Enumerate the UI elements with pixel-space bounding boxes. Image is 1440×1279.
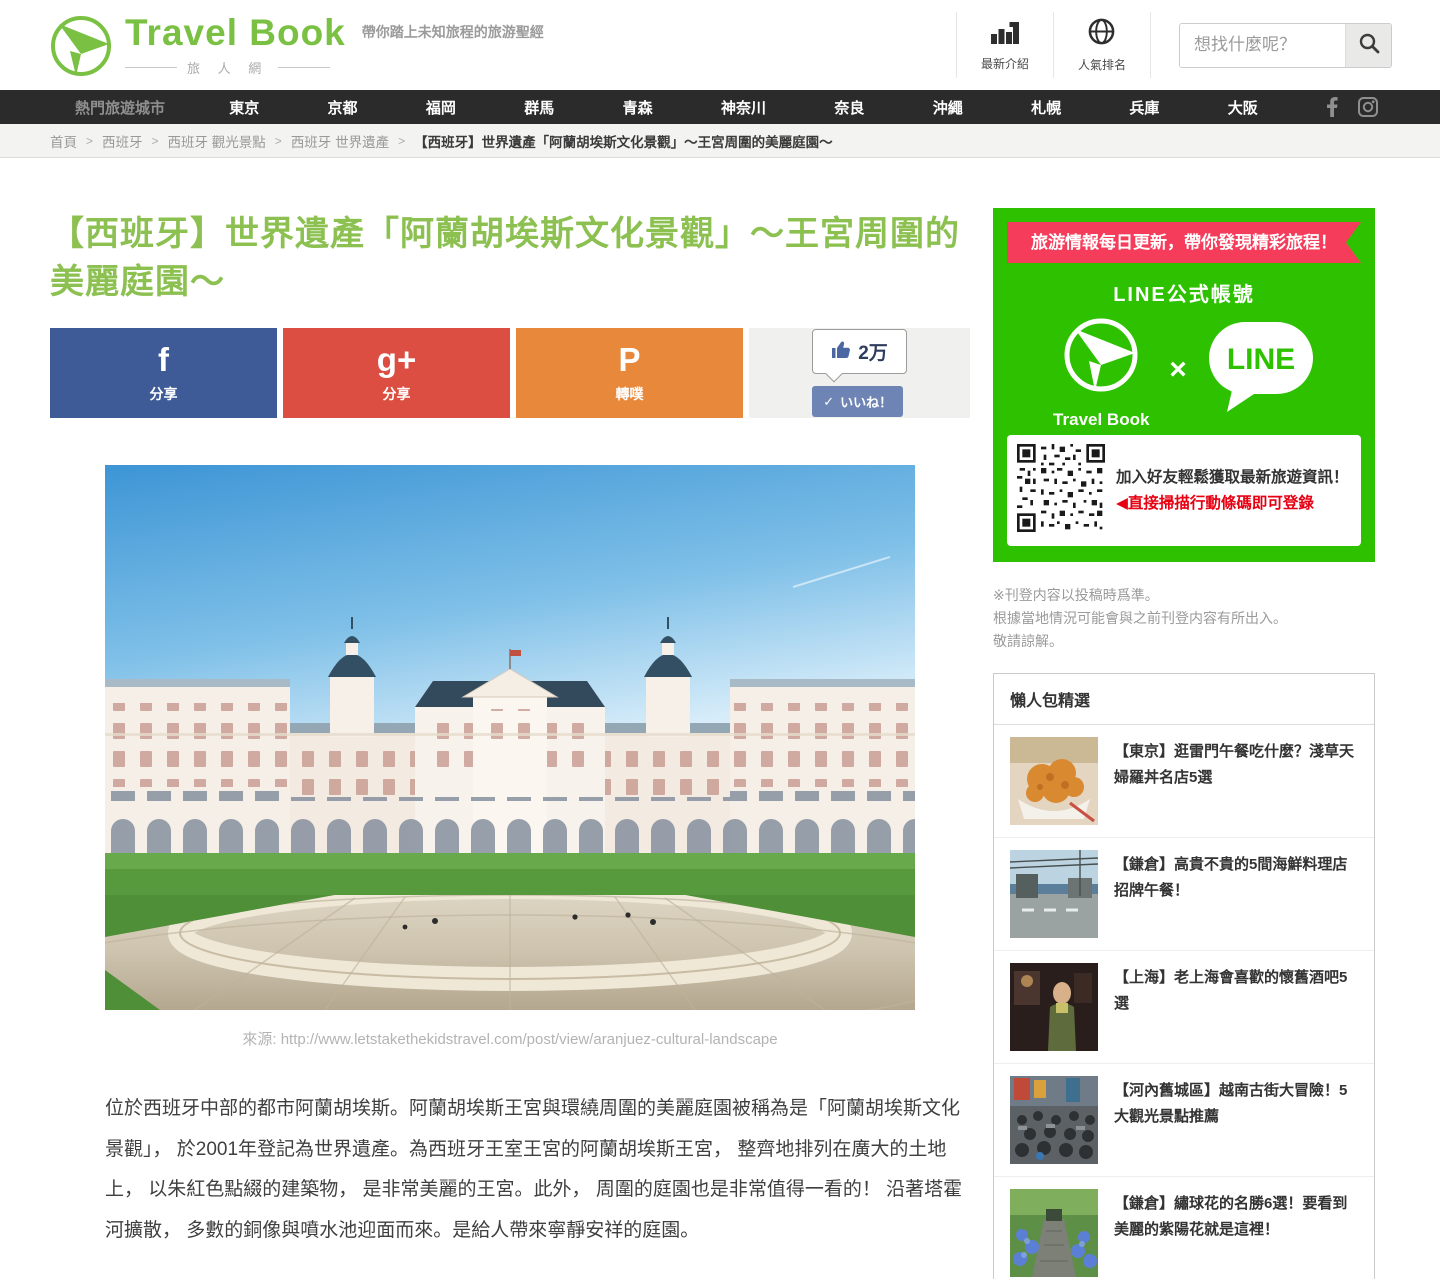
page-title: 【西班牙】世界遺產「阿蘭胡埃斯文化景觀」～王宮周圍的美麗庭園～ [50, 215, 960, 301]
list-item-title: 【鎌倉】繡球花的名勝6選！要看到美麗的紫陽花就是這裡！ [1114, 1195, 1348, 1238]
sidebar: 旅游情報每日更新，帶你發現精彩旅程！ LINE公式帳號 Travel Book … [993, 208, 1375, 1279]
list-item[interactable]: 【鎌倉】高貴不貴的5間海鮮料理店招牌午餐！ [994, 837, 1374, 950]
breadcrumb-separator: > [86, 133, 94, 148]
like-area: 2万 ✓ いいね！ [749, 328, 970, 418]
bar-chart-icon [990, 18, 1020, 50]
page: Travel Book 旅 人 網 帶你踏上未知旅程的旅游聖經 最新介紹 人氣排… [0, 0, 1440, 1279]
breadcrumb-separator: > [398, 133, 406, 148]
logo-subtitle: 旅 人 網 [125, 58, 346, 77]
nav-city-fukuoka[interactable]: 福岡 [426, 97, 456, 118]
nav-city-aomori[interactable]: 青森 [623, 97, 653, 118]
globe-icon [1087, 17, 1116, 51]
disclaimer-note: ※刊登内容以投稿時爲準。 根據當地情況可能會與之前刊登内容有所出入。 敬請諒解。 [993, 587, 1287, 649]
main-nav: 熱門旅遊城市 東京 京都 福岡 群馬 青森 神奈川 奈良 沖繩 札幌 兵庫 大阪 [0, 90, 1440, 124]
facebook-share-button[interactable]: f 分享 [50, 328, 277, 418]
like-count: 2万 [858, 343, 888, 364]
breadcrumb-spain-sights[interactable]: 西班牙 觀光景點 [168, 131, 266, 151]
latest-intro-label: 最新介紹 [980, 57, 1029, 71]
qr-caption-line2: ◀直接掃描行動條碼即可登錄 [1116, 494, 1314, 512]
travelbook-logo-icon [1049, 318, 1153, 407]
breadcrumb-current: 【西班牙】世界遺產「阿蘭胡埃斯文化景觀」～王宮周圍的美麗庭園～ [414, 134, 833, 150]
list-item[interactable]: 【鎌倉】繡球花的名勝6選！要看到美麗的紫陽花就是這裡！ [994, 1176, 1374, 1279]
search-icon [1358, 32, 1380, 59]
travelbook-logo-text: Travel Book [1053, 409, 1150, 429]
nav-city-okinawa[interactable]: 沖繩 [933, 97, 963, 118]
nav-city-list: 東京 京都 福岡 群馬 青森 神奈川 奈良 沖繩 札幌 兵庫 大阪 [175, 97, 1312, 118]
breadcrumb-separator: > [151, 133, 159, 148]
breadcrumb: 首頁 > 西班牙 > 西班牙 觀光景點 > 西班牙 世界遺產 > 【西班牙】世界… [0, 124, 1440, 158]
line-promo-ribbon: 旅游情報每日更新，帶你發現精彩旅程！ [1007, 222, 1361, 263]
breadcrumb-separator: > [274, 133, 282, 148]
article-photo [105, 465, 915, 1010]
breadcrumb-spain[interactable]: 西班牙 [102, 131, 143, 151]
paper-plane-logo-icon [45, 7, 115, 84]
facebook-icon: f [158, 340, 169, 378]
qr-code-image [1017, 444, 1105, 537]
nav-city-kanagawa[interactable]: 神奈川 [721, 97, 766, 118]
list-item[interactable]: 【上海】老上海會喜歡的懷舊酒吧5選 [994, 950, 1374, 1063]
nav-hot-cities[interactable]: 熱門旅遊城市 [0, 97, 175, 118]
share-row: f 分享 g+ 分享 P 轉噗 2万 ✓ いいね！ [50, 328, 970, 418]
facebook-icon[interactable] [1326, 97, 1338, 117]
nav-city-gunma[interactable]: 群馬 [524, 97, 554, 118]
header-actions: 最新介紹 人氣排名 [955, 12, 1392, 78]
nav-city-nara[interactable]: 奈良 [834, 97, 864, 118]
line-promo-banner[interactable]: 旅游情報每日更新，帶你發現精彩旅程！ LINE公式帳號 Travel Book … [993, 208, 1375, 562]
thumbnail-shanghai-bar [1010, 963, 1098, 1051]
multiply-sign: × [1169, 353, 1187, 386]
popularity-ranking-button[interactable]: 人氣排名 [1052, 12, 1151, 78]
line-promo-logos: Travel Book × LINE [1007, 309, 1361, 431]
featured-articles-title: 懶人包精選 [994, 674, 1374, 725]
source-url: http://www.letstakethekidstravel.com/pos… [280, 1031, 778, 1048]
nav-city-kyoto[interactable]: 京都 [328, 97, 358, 118]
list-item-title: 【鎌倉】高貴不貴的5間海鮮料理店招牌午餐！ [1114, 856, 1348, 899]
plurk-share-button[interactable]: P 轉噗 [516, 328, 743, 418]
like-count-bubble: 2万 [812, 329, 907, 374]
nav-city-sapporo[interactable]: 札幌 [1031, 97, 1061, 118]
googleplus-icon: g+ [376, 340, 417, 378]
logo-title: Travel Book [125, 11, 346, 53]
list-item-title: 【河內舊城區】越南古街大冒險！5大觀光景點推薦 [1114, 1082, 1348, 1125]
article-figure: 來源: http://www.letstakethekidstravel.com… [105, 465, 915, 1049]
googleplus-share-button[interactable]: g+ 分享 [283, 328, 510, 418]
plurk-icon: P [618, 340, 641, 378]
popularity-ranking-label: 人氣排名 [1077, 58, 1126, 72]
list-item[interactable]: 【河內舊城區】越南古街大冒險！5大觀光景點推薦 [994, 1063, 1374, 1176]
featured-articles-box: 懶人包精選 【東京】逛雷門午餐吃什麼？淺草天婦羅丼名店5選 【鎌倉】高貴不貴的5… [993, 673, 1375, 1279]
breadcrumb-spain-heritage[interactable]: 西班牙 世界遺產 [291, 131, 389, 151]
thumbnail-kamakura-street [1010, 850, 1098, 938]
list-item-title: 【上海】老上海會喜歡的懷舊酒吧5選 [1114, 969, 1348, 1012]
site-tagline: 帶你踏上未知旅程的旅游聖經 [361, 24, 544, 40]
line-logo-icon: LINE [1203, 316, 1319, 425]
content: 【西班牙】世界遺產「阿蘭胡埃斯文化景觀」～王宮周圍的美麗庭園～ f 分享 g+ … [0, 158, 1440, 1279]
source-label: 來源: [242, 1031, 277, 1048]
thumbnail-hanoi-street [1010, 1076, 1098, 1164]
thumbnail-hydrangea-path [1010, 1189, 1098, 1277]
search-button[interactable] [1345, 23, 1391, 67]
nav-city-osaka[interactable]: 大阪 [1228, 97, 1258, 118]
instagram-icon[interactable] [1358, 97, 1378, 117]
list-item[interactable]: 【東京】逛雷門午餐吃什麼？淺草天婦羅丼名店5選 [994, 725, 1374, 837]
image-caption: 來源: http://www.letstakethekidstravel.com… [105, 1028, 915, 1049]
thumbnail-tempura-bowl [1010, 737, 1098, 825]
article-body: 位於西班牙中部的都市阿蘭胡埃斯。阿蘭胡埃斯王宮與環繞周圍的美麗庭園被稱為是「阿蘭… [105, 1098, 963, 1241]
like-button[interactable]: ✓ いいね！ [812, 386, 904, 417]
latest-intro-button[interactable]: 最新介紹 [955, 12, 1053, 78]
line-qr-card: 加入好友輕鬆獲取最新旅遊資訊！ ◀直接掃描行動條碼即可登錄 [1007, 435, 1361, 546]
check-icon: ✓ [823, 393, 835, 409]
list-item-title: 【東京】逛雷門午餐吃什麼？淺草天婦羅丼名店5選 [1114, 743, 1355, 786]
site-logo[interactable]: Travel Book 旅 人 網 [45, 7, 346, 84]
main-column: 【西班牙】世界遺產「阿蘭胡埃斯文化景觀」～王宮周圍的美麗庭園～ f 分享 g+ … [50, 210, 970, 1279]
breadcrumb-home[interactable]: 首頁 [50, 131, 77, 151]
nav-city-tokyo[interactable]: 東京 [229, 97, 259, 118]
search-input[interactable] [1180, 23, 1345, 67]
nav-social [1312, 97, 1440, 117]
thumbs-up-icon [831, 339, 851, 365]
svg-text:LINE: LINE [1227, 343, 1295, 376]
line-promo-heading: LINE公式帳號 [1113, 284, 1255, 306]
site-header: Travel Book 旅 人 網 帶你踏上未知旅程的旅游聖經 最新介紹 人氣排… [0, 0, 1440, 90]
nav-city-hyogo[interactable]: 兵庫 [1129, 97, 1159, 118]
qr-caption-line1: 加入好友輕鬆獲取最新旅遊資訊！ [1116, 468, 1349, 486]
search-box [1179, 22, 1392, 68]
